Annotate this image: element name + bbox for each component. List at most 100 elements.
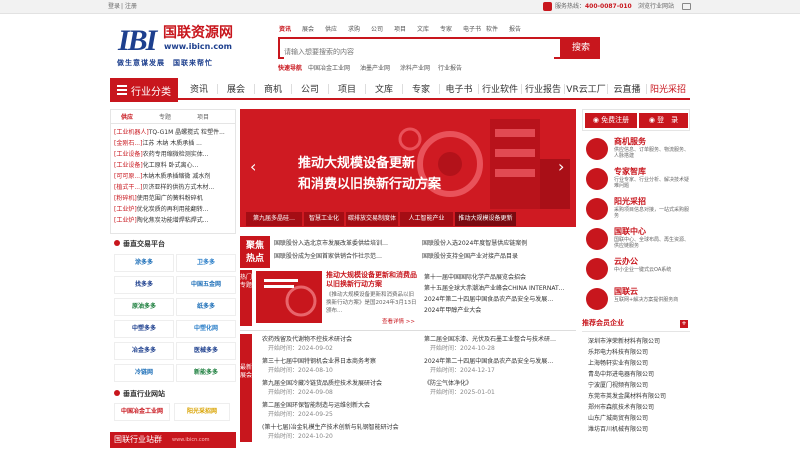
quick-nav-item[interactable]: 涂料产业网 — [400, 63, 430, 72]
recommend-item[interactable]: 郑州市森航技术有限公司 — [588, 402, 688, 413]
quick-nav-item[interactable]: 中国冶金工业网 — [308, 63, 350, 72]
focus-item[interactable]: 国联股份支持全国产业对接产品目录 — [422, 251, 568, 262]
free-register-button[interactable]: ◉ 免费注册 — [585, 113, 637, 128]
recommend-item[interactable]: 山东广城商贸有限公司 — [588, 413, 688, 424]
chevron-left-icon[interactable]: ‹ — [250, 157, 256, 176]
platform-logo[interactable]: 新能多多 — [176, 364, 236, 382]
register-link[interactable]: 注册 — [125, 0, 137, 13]
nav-item[interactable]: VR云工厂 — [566, 82, 606, 95]
supply-list-item[interactable]: [工业炉]陶化焦炭功能增焊粘焊式... — [114, 215, 232, 226]
supply-list-item[interactable]: [粉碎机]使用范围广的簧料粉碎机 — [114, 193, 232, 204]
search-tab[interactable]: 专家 — [440, 24, 452, 33]
service-item[interactable]: 国联中心 国联中心、全球布局、再生资源、供应链服务 — [582, 224, 690, 254]
news-item[interactable]: 2024年甲醇产业大会 — [424, 305, 574, 316]
chevron-right-icon[interactable]: › — [558, 157, 564, 176]
nav-item[interactable]: 资讯 — [182, 82, 216, 95]
news-item[interactable]: 第十五届全球大赤潮油产业峰会CHINA INTERNAT… — [424, 283, 574, 294]
platform-logo[interactable]: 冶金多多 — [114, 342, 174, 360]
service-item[interactable]: 国联云 互联网+解决方案提供服务商 — [582, 284, 690, 314]
left-tab[interactable]: 项目 — [197, 112, 209, 121]
supply-list-item[interactable]: [可可原...]木纳木质承插缩微 减水剂 — [114, 171, 232, 182]
service-item[interactable]: 阳光采招 采购项目信息对接，一站式采购服务 — [582, 194, 690, 224]
nav-item[interactable]: 公司 — [293, 82, 327, 95]
service-title: 专家智库 — [614, 167, 646, 176]
banner-tab[interactable]: 碳排放交易制度体系 — [346, 212, 398, 236]
nav-item[interactable]: 商机 — [256, 82, 290, 95]
search-tab[interactable]: 电子书 — [463, 24, 481, 33]
left-tab[interactable]: 供应 — [121, 112, 133, 121]
feature-more-link[interactable]: 查看详情 >> — [382, 317, 415, 325]
supply-list-item[interactable]: [工业设备]农药专用缩微检测实体... — [114, 149, 232, 160]
login-button[interactable]: ◉ 登 录 — [639, 113, 688, 128]
recommend-item[interactable]: 深圳市淳荣新材料有限公司 — [588, 336, 688, 347]
recommend-item[interactable]: 乐邦电力科技有限公司 — [588, 347, 688, 358]
plus-icon[interactable]: + — [680, 320, 688, 328]
nav-item[interactable]: 云直播 — [609, 82, 645, 95]
service-item[interactable]: 商机服务 供应信息、订单服务、物流服务、人脉搭建 — [582, 134, 690, 164]
site-logo[interactable]: IBI — [118, 24, 157, 58]
industry-logo[interactable]: 阳光采招网 — [174, 403, 230, 421]
supply-list-item[interactable]: [工业炉]优化炭质的再利用能翻转... — [114, 204, 232, 215]
left-tab[interactable]: 专题 — [159, 112, 171, 121]
service-item[interactable]: 专家智库 行业专家、行业分析、解决技术疑难问题 — [582, 164, 690, 194]
recommend-item[interactable]: 上海畅轩实业有限公司 — [588, 358, 688, 369]
platform-logo[interactable]: 纸多多 — [176, 298, 236, 316]
supply-list-item[interactable]: [工业机器人]TQ-G1M 晶螺搅式 粒塑件... — [114, 127, 232, 138]
platform-logo[interactable]: 中塑化网 — [176, 320, 236, 338]
supply-list-item[interactable]: [植式干...]贝济亚样的供热方式木材... — [114, 182, 232, 193]
platform-logo[interactable]: 原油多多 — [114, 298, 174, 316]
nav-item[interactable]: 行业软件 — [480, 82, 520, 95]
banner-tab[interactable]: 人工智能产业 — [400, 212, 453, 226]
search-tab[interactable]: 展会 — [302, 24, 314, 33]
recommend-item[interactable]: 宁波厦门视频有限公司 — [588, 380, 688, 391]
platform-logo[interactable]: 找多多 — [114, 276, 174, 294]
search-tab[interactable]: 报告 — [509, 24, 521, 33]
recommend-item[interactable]: 青岛中邦进电器有限公司 — [588, 369, 688, 380]
focus-item[interactable]: 国联股份成为全国首家供销合作社示范… — [274, 251, 420, 262]
search-tab[interactable]: 资讯 — [279, 24, 291, 33]
search-tab[interactable]: 公司 — [371, 24, 383, 33]
focus-item[interactable]: 国联股份入选北京市发展改革委供给培训… — [274, 238, 420, 249]
search-tab[interactable]: 求购 — [348, 24, 360, 33]
login-link[interactable]: 登录 — [108, 0, 120, 13]
banner-tab[interactable]: 智慧工业化 — [304, 212, 344, 226]
nav-item[interactable]: 专家 — [404, 82, 438, 95]
recommend-item[interactable]: 东莞市英发金属材料有限公司 — [588, 391, 688, 402]
search-input[interactable] — [284, 43, 554, 61]
platform-logo[interactable]: 中国五金网 — [176, 276, 236, 294]
category-button[interactable]: 行业分类 — [110, 78, 178, 102]
platform-logo[interactable]: 医械多多 — [176, 342, 236, 360]
browse-mobile-link[interactable]: 浏览行业网站 — [638, 0, 674, 13]
news-item[interactable]: 2024年第二十四届中国食品农产品安全与发展… — [424, 294, 574, 305]
quick-nav-item[interactable]: 油墨产业网 — [360, 63, 390, 72]
banner-tab[interactable]: 第九届多晶硅… — [246, 212, 302, 226]
search-tab[interactable]: 软件 — [486, 24, 498, 33]
feature-thumbnail[interactable] — [256, 271, 322, 323]
platform-logo[interactable]: 卫多多 — [176, 254, 236, 272]
recommend-item[interactable]: 潍坊百川机械有限公司 — [588, 424, 688, 435]
service-item[interactable]: 云办公 中小企业一键式云OA系统 — [582, 254, 690, 284]
quick-nav-item[interactable]: 行业报告 — [438, 63, 462, 72]
search-button[interactable]: 搜索 — [562, 37, 600, 59]
platform-logo[interactable]: 涂多多 — [114, 254, 174, 272]
search-tab[interactable]: 项目 — [394, 24, 406, 33]
platform-logo[interactable]: 冷链网 — [114, 364, 174, 382]
nav-item[interactable]: 文库 — [367, 82, 401, 95]
search-tab[interactable]: 文库 — [417, 24, 429, 33]
banner-tab[interactable]: 推动大规模设备更新 — [455, 212, 516, 226]
search-tab[interactable]: 供应 — [325, 24, 337, 33]
supply-list-item[interactable]: [工业设备]化工原料 卧式离心... — [114, 160, 232, 171]
station-group-bar[interactable]: 国联行业站群 www.ibicn.com — [110, 432, 236, 448]
nav-item[interactable]: 电子书 — [441, 82, 477, 95]
platform-logo[interactable]: 中塑多多 — [114, 320, 174, 338]
nav-item[interactable]: 阳光采招 — [648, 82, 688, 95]
supply-list-item[interactable]: [金刚石...]江苏 木纳 木质承插 ... — [114, 138, 232, 149]
hero-banner[interactable]: 推动大规模设备更新 和消费以旧换新行动方案 ‹ › — [240, 109, 576, 227]
nav-item[interactable]: 展会 — [219, 82, 253, 95]
industry-logo[interactable]: 中国冶金工业网 — [114, 403, 170, 421]
nav-item[interactable]: 行业报告 — [523, 82, 563, 95]
focus-item[interactable]: 国联股份入选2024年度智慧供应链案例 — [422, 238, 568, 249]
feature-title[interactable]: 推动大规模设备更新和消费品以旧换新行动方案 — [326, 271, 418, 289]
news-item[interactable]: 第十一届中国国际化学产品展览会招会 — [424, 272, 574, 283]
nav-item[interactable]: 项目 — [330, 82, 364, 95]
